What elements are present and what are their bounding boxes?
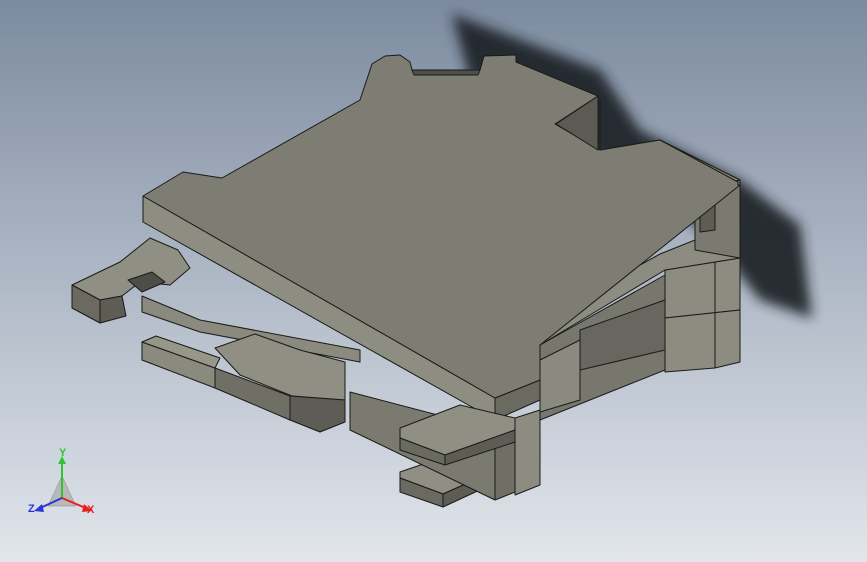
back-tab-slot <box>411 69 481 76</box>
graphics-viewport[interactable]: Y X Z <box>0 0 867 562</box>
triad-graphic <box>34 456 92 512</box>
x-axis-label: X <box>87 504 95 516</box>
y-axis-label: Y <box>59 447 67 459</box>
right-body-end-lower <box>664 309 741 373</box>
model-view[interactable] <box>0 0 867 562</box>
front-column <box>514 409 541 496</box>
coordinate-triad: Y X Z <box>24 448 104 528</box>
z-axis-arrow-icon <box>34 504 44 512</box>
z-axis-label: Z <box>28 503 35 515</box>
